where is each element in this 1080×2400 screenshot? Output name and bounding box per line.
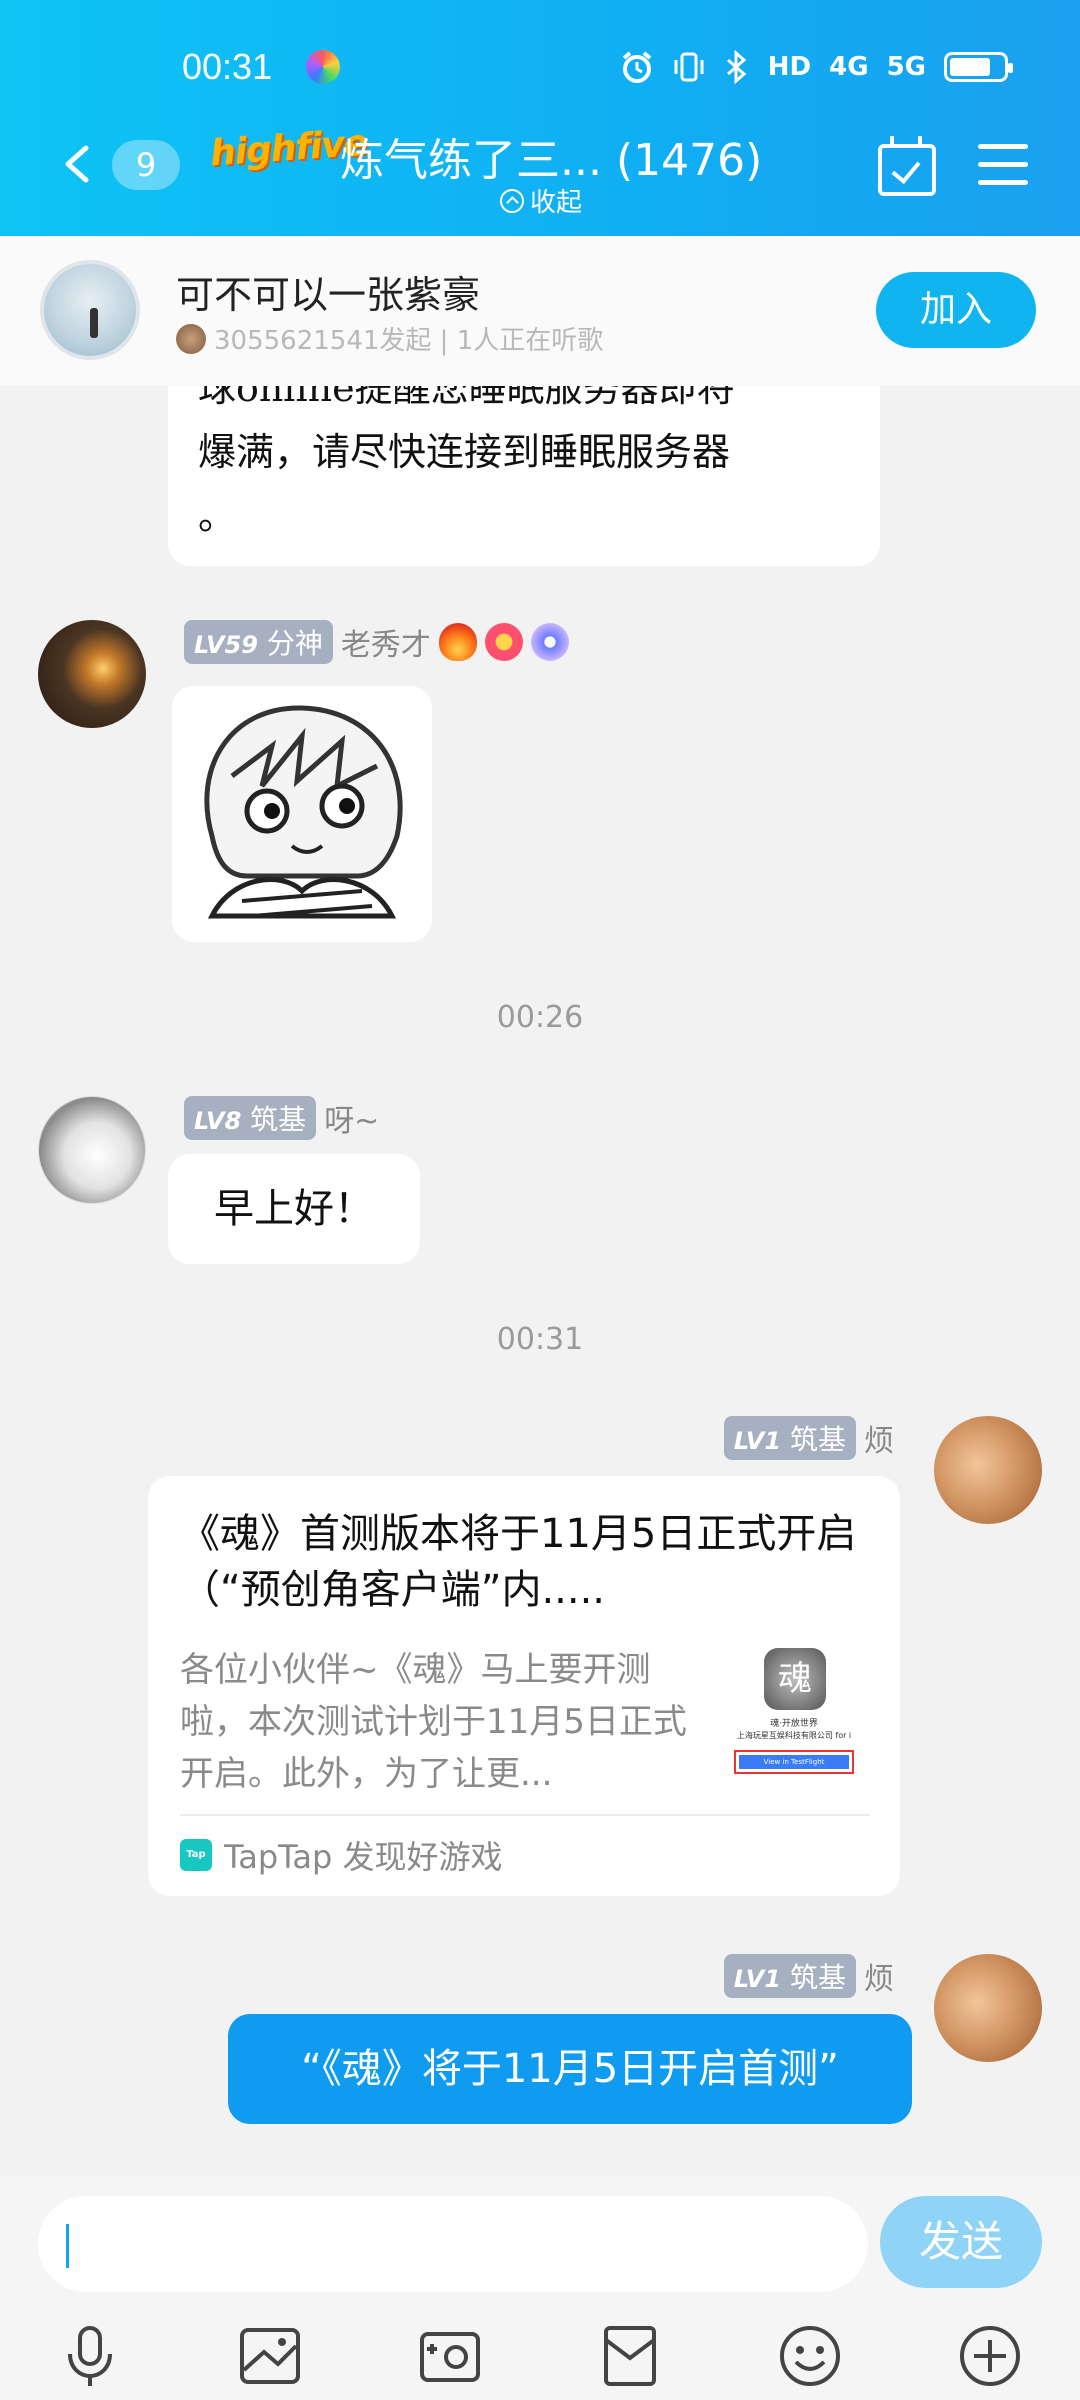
nav-bar: 9 highfive 炼气练了三... (1476) 收起 — [0, 120, 1080, 230]
listen-subtitle-text: 3055621541发起 | 1人正在听歌 — [214, 326, 604, 356]
time-divider: 00:26 — [496, 1000, 584, 1035]
message-input[interactable] — [38, 2196, 868, 2292]
thumb-caption: 魂·开放世界 — [770, 1719, 818, 1729]
message-text: 早上好！ — [214, 1186, 374, 1232]
share-card[interactable]: 《魂》首测版本将于11月5日正式开启（“预创角客户端”内..... 各位小伙伴~… — [148, 1476, 900, 1896]
sender-name: 烦 — [864, 1962, 894, 1997]
level-badge: LV1 筑基 — [723, 1954, 856, 1998]
card-source-label: TapTap 发现好游戏 — [224, 1838, 503, 1876]
flower-badge-icon — [484, 623, 523, 661]
level-badge: LV59 分神 — [184, 620, 333, 664]
send-button[interactable]: 发送 — [880, 2196, 1042, 2288]
song-cover-avatar — [40, 260, 140, 360]
avatar[interactable] — [38, 620, 146, 728]
hd-icon: HD — [767, 52, 812, 82]
taptap-icon: Tap — [180, 1839, 212, 1871]
level-badge: LV8 筑基 — [184, 1096, 317, 1140]
status-bar: 00:31 HD 4G 5G — [0, 40, 1080, 96]
chat-header: 00:31 HD 4G 5G 9 highfive 炼气练了三... (1476… — [0, 0, 1080, 236]
avatar[interactable] — [934, 1416, 1042, 1524]
join-button[interactable]: 加入 — [876, 272, 1036, 348]
self-message-bubble[interactable]: “《魂》将于11月5日开启首测” — [228, 2014, 912, 2124]
composer-toolbar — [0, 2324, 1080, 2394]
composer: 发送 — [0, 2176, 1080, 2400]
message-line: 。 — [198, 494, 237, 538]
game-icon: 魂 — [764, 1648, 826, 1710]
app-notification-icon — [306, 50, 340, 84]
menu-icon[interactable] — [978, 144, 1028, 188]
song-title: 可不可以一张紫豪 — [176, 273, 481, 317]
red-packet-icon[interactable] — [598, 2324, 662, 2388]
battery-icon — [944, 52, 1013, 82]
signal-5g-icon: 5G — [886, 52, 926, 82]
avatar[interactable] — [934, 1954, 1042, 2062]
sender-meta: LV8 筑基 呀~ — [184, 1096, 379, 1140]
back-arrow-icon[interactable] — [58, 144, 94, 184]
thumb-company: 上海玩星互娱科技有限公司 for i — [736, 1731, 852, 1740]
time-divider: 00:31 — [496, 1322, 584, 1357]
swirl-badge-icon — [530, 623, 569, 661]
listen-together-banner[interactable]: 可不可以一张紫豪 3055621541发起 | 1人正在听歌 加入 — [0, 236, 1080, 386]
message-bubble[interactable]: 球online提醒您睡眠服务器即将 爆满，请尽快连接到睡眠服务器 。 — [168, 386, 880, 566]
collapse-label: 收起 — [530, 188, 583, 218]
sticker-image[interactable] — [172, 686, 432, 942]
fire-badge-icon — [438, 623, 477, 661]
bluetooth-icon — [726, 50, 747, 84]
message-text: “《魂》将于11月5日开启首测” — [301, 2046, 839, 2092]
cartoon-sticker — [172, 686, 432, 942]
message-line: 爆满，请尽快连接到睡眠服务器 — [198, 430, 731, 474]
card-source: Tap TapTap 发现好游戏 — [180, 1832, 503, 1878]
collapse-up-icon — [500, 188, 524, 213]
group-title[interactable]: 炼气练了三... (1476) — [340, 124, 762, 188]
status-icons: HD 4G 5G — [620, 50, 1013, 84]
card-divider — [180, 1814, 870, 1816]
card-description: 各位小伙伴~《魂》马上要开测啦，本次测试计划于11月5日正式开启。此外，为了让更… — [180, 1650, 687, 1794]
camera-icon[interactable] — [418, 2324, 482, 2388]
sender-meta: LV59 分神 老秀才 — [184, 620, 569, 664]
initiator-avatar — [176, 323, 206, 354]
emoji-icon[interactable] — [778, 2324, 842, 2388]
card-title: 《魂》首测版本将于11月5日正式开启（“预创角客户端”内..... — [180, 1511, 857, 1613]
alarm-icon — [622, 51, 652, 83]
plus-icon[interactable] — [958, 2324, 1022, 2388]
text-caret — [66, 2224, 69, 2268]
message-line: 球online提醒您睡眠服务器即将 — [198, 386, 735, 410]
sender-meta: LV1 筑基 烦 — [723, 1416, 894, 1460]
calendar-check-icon[interactable] — [878, 136, 936, 196]
image-icon[interactable] — [238, 2324, 302, 2388]
sender-name: 老秀才 — [340, 628, 431, 663]
sender-name: 烦 — [864, 1424, 894, 1459]
sender-name: 呀~ — [324, 1104, 380, 1139]
unread-count-badge[interactable]: 9 — [112, 140, 180, 190]
sender-meta: LV1 筑基 烦 — [723, 1954, 894, 1998]
microphone-icon[interactable] — [58, 2324, 122, 2388]
avatar[interactable] — [38, 1096, 146, 1204]
thumb-testflight-button: View in TestFlight — [734, 1750, 854, 1774]
message-bubble[interactable]: 早上好！ — [168, 1154, 420, 1264]
level-badge: LV1 筑基 — [723, 1416, 856, 1460]
card-thumbnail: 魂 魂·开放世界 上海玩星互娱科技有限公司 for i View in Test… — [726, 1646, 862, 1782]
vibrate-icon — [674, 52, 704, 82]
signal-4g-icon: 4G — [829, 52, 869, 82]
message-list[interactable]: 球online提醒您睡眠服务器即将 爆满，请尽快连接到睡眠服务器 。 LV59 … — [0, 386, 1080, 2176]
status-time: 00:31 — [182, 46, 273, 87]
listen-subtitle: 3055621541发起 | 1人正在听歌 — [176, 320, 603, 357]
collapse-toggle[interactable]: 收起 — [500, 182, 582, 219]
